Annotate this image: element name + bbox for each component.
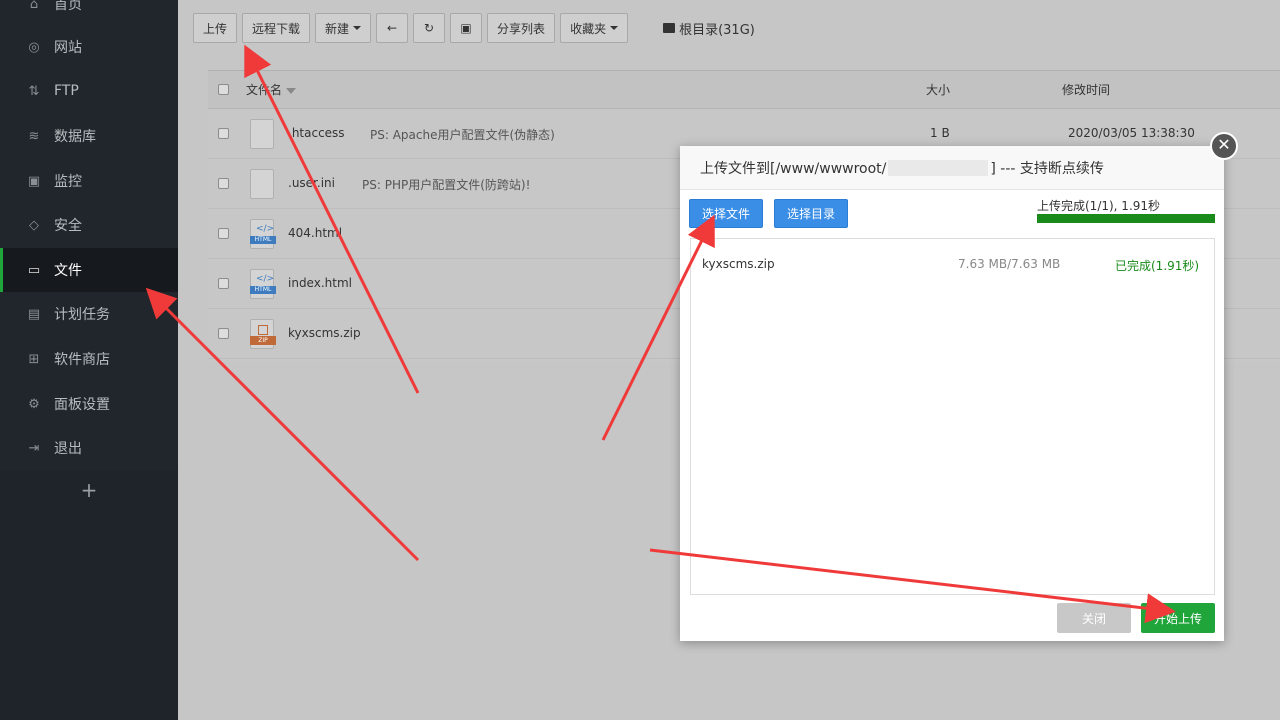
row-checkbox[interactable] (218, 178, 229, 189)
sidebar-item-label: 安全 (54, 218, 82, 234)
sidebar-item-files[interactable]: ▭ 文件 (0, 248, 178, 292)
root-directory[interactable]: 根目录(31G) (663, 19, 755, 38)
sidebar-item-security[interactable]: ◇ 安全 (0, 203, 178, 247)
terminal-icon: ▣ (460, 21, 472, 35)
refresh-button[interactable]: ↻ (413, 13, 446, 43)
gear-icon: ⚙ (28, 396, 40, 412)
sidebar-item-label: 文件 (54, 263, 82, 279)
file-name[interactable]: 404.html (288, 226, 342, 240)
row-checkbox[interactable] (218, 228, 229, 239)
file-name[interactable]: .user.ini (288, 176, 335, 190)
disk-icon (663, 23, 676, 33)
dialog-title: 上传文件到[/www/wwwroot/ ] --- 支持断点续传 (680, 146, 1224, 190)
html-file-icon: </> HTML (250, 219, 276, 249)
shield-icon: ◇ (29, 217, 39, 233)
database-icon: ≋ (28, 128, 40, 144)
sidebar-item-store[interactable]: ⊞ 软件商店 (0, 337, 178, 381)
file-name[interactable]: index.html (288, 276, 352, 290)
dialog-title-suffix: ] --- 支持断点续传 (990, 160, 1104, 177)
caret-down-icon (610, 26, 619, 30)
root-directory-label: 根目录(31G) (679, 22, 755, 38)
file-toolbar: 上传 远程下载 新建 ← ↻ ▣ 分享列表 收藏夹 根目录(31G) (193, 12, 755, 44)
zip-file-icon: ZIP (250, 319, 276, 349)
ftp-icon: ⇅ (28, 83, 40, 99)
sidebar-item-label: 面板设置 (54, 397, 110, 413)
header-name[interactable]: 文件名 (246, 81, 297, 98)
sidebar-item-ftp[interactable]: ⇅ FTP (0, 69, 178, 113)
calendar-icon: ▤ (27, 306, 41, 322)
header-name-label: 文件名 (246, 83, 283, 97)
upload-file-status: 已完成(1.91秒) (1115, 259, 1200, 273)
upload-progress-text: 上传完成(1/1), 1.91秒 (1037, 199, 1161, 213)
sidebar-item-logout[interactable]: ⇥ 退出 (0, 426, 178, 470)
row-checkbox[interactable] (218, 278, 229, 289)
sidebar-item-home[interactable]: ⌂ 首页 (0, 0, 178, 26)
sidebar-item-database[interactable]: ≋ 数据库 (0, 114, 178, 158)
favorites-button[interactable]: 收藏夹 (560, 13, 629, 43)
header-size[interactable]: 大小 (926, 81, 950, 98)
table-header: 文件名 大小 修改时间 (208, 71, 1280, 109)
file-note: PS: PHP用户配置文件(防跨站)! (362, 178, 531, 192)
share-list-button[interactable]: 分享列表 (487, 13, 556, 43)
upload-button[interactable]: 上传 (193, 13, 238, 43)
upload-progress-bar (1037, 214, 1215, 223)
close-button[interactable]: 关闭 (1057, 603, 1131, 633)
sidebar-item-label: 监控 (54, 174, 82, 190)
globe-icon: ◎ (28, 39, 40, 55)
redacted-path (888, 159, 989, 176)
sidebar-item-label: FTP (54, 83, 79, 99)
sidebar-item-label: 计划任务 (54, 307, 110, 323)
row-checkbox[interactable] (218, 328, 229, 339)
upload-file-name: kyxscms.zip (702, 257, 775, 271)
home-icon: ⌂ (29, 0, 39, 12)
sidebar-item-cron[interactable]: ▤ 计划任务 (0, 292, 178, 336)
start-upload-button[interactable]: 开始上传 (1141, 603, 1215, 633)
file-size: 1 B (930, 126, 950, 140)
file-name[interactable]: .htaccess (288, 126, 345, 140)
monitor-icon: ▣ (27, 173, 41, 189)
sidebar-menu: ⌂ 首页 ◎ 网站 ⇅ FTP ≋ 数据库 ▣ 监控 ◇ 安全 ▭ 文件 ▤ 计划任务 ⊞ 软件商… (0, 0, 178, 470)
terminal-button[interactable]: ▣ (450, 13, 483, 43)
file-name[interactable]: kyxscms.zip (288, 326, 361, 340)
html-file-icon: </> HTML (250, 269, 276, 299)
file-icon (250, 169, 274, 199)
file-icon (250, 119, 274, 149)
sidebar-item-settings[interactable]: ⚙ 面板设置 (0, 382, 178, 426)
upload-file-list: kyxscms.zip 7.63 MB/7.63 MB 已完成(1.91秒) (690, 238, 1215, 595)
dialog-title-prefix: 上传文件到[/www/wwwroot/ (700, 160, 887, 177)
file-note: PS: Apache用户配置文件(伪静态) (370, 128, 555, 142)
apps-icon: ⊞ (28, 351, 40, 367)
file-mtime: 2020/03/05 13:38:30 (1068, 126, 1195, 140)
list-item: kyxscms.zip 7.63 MB/7.63 MB 已完成(1.91秒) (691, 253, 1216, 277)
arrow-left-icon: ← (387, 21, 398, 35)
favorites-button-label: 收藏夹 (570, 21, 607, 36)
remote-download-button[interactable]: 远程下载 (242, 13, 311, 43)
sidebar-item-website[interactable]: ◎ 网站 (0, 25, 178, 69)
back-button[interactable]: ← (376, 13, 409, 43)
select-file-button[interactable]: 选择文件 (689, 199, 764, 228)
sidebar-item-label: 网站 (54, 40, 82, 56)
upload-progress-fill (1037, 214, 1215, 223)
new-button-label: 新建 (325, 21, 350, 36)
caret-down-icon (353, 26, 362, 30)
sort-down-icon (286, 87, 297, 94)
folder-icon: ▭ (27, 262, 41, 278)
row-checkbox[interactable] (218, 128, 229, 139)
sidebar: ⌂ 首页 ◎ 网站 ⇅ FTP ≋ 数据库 ▣ 监控 ◇ 安全 ▭ 文件 ▤ 计划任务 ⊞ 软件商… (0, 0, 178, 720)
sidebar-item-label: 首页 (54, 0, 82, 13)
upload-file-size: 7.63 MB/7.63 MB (958, 257, 1061, 271)
sidebar-item-label: 软件商店 (54, 352, 110, 368)
new-button[interactable]: 新建 (315, 13, 372, 43)
sidebar-item-monitor[interactable]: ▣ 监控 (0, 159, 178, 203)
upload-dialog: 上传文件到[/www/wwwroot/ ] --- 支持断点续传 ✕ 选择文件 … (680, 132, 1238, 641)
sidebar-item-label: 退出 (54, 441, 82, 457)
select-all-checkbox[interactable] (218, 84, 229, 95)
refresh-icon: ↻ (424, 21, 435, 35)
header-mtime[interactable]: 修改时间 (1062, 81, 1110, 98)
select-directory-button[interactable]: 选择目录 (774, 199, 849, 228)
add-menu-button[interactable]: + (0, 478, 178, 502)
close-icon[interactable]: ✕ (1210, 132, 1238, 160)
logout-icon: ⇥ (28, 440, 40, 456)
sidebar-item-label: 数据库 (54, 129, 96, 145)
